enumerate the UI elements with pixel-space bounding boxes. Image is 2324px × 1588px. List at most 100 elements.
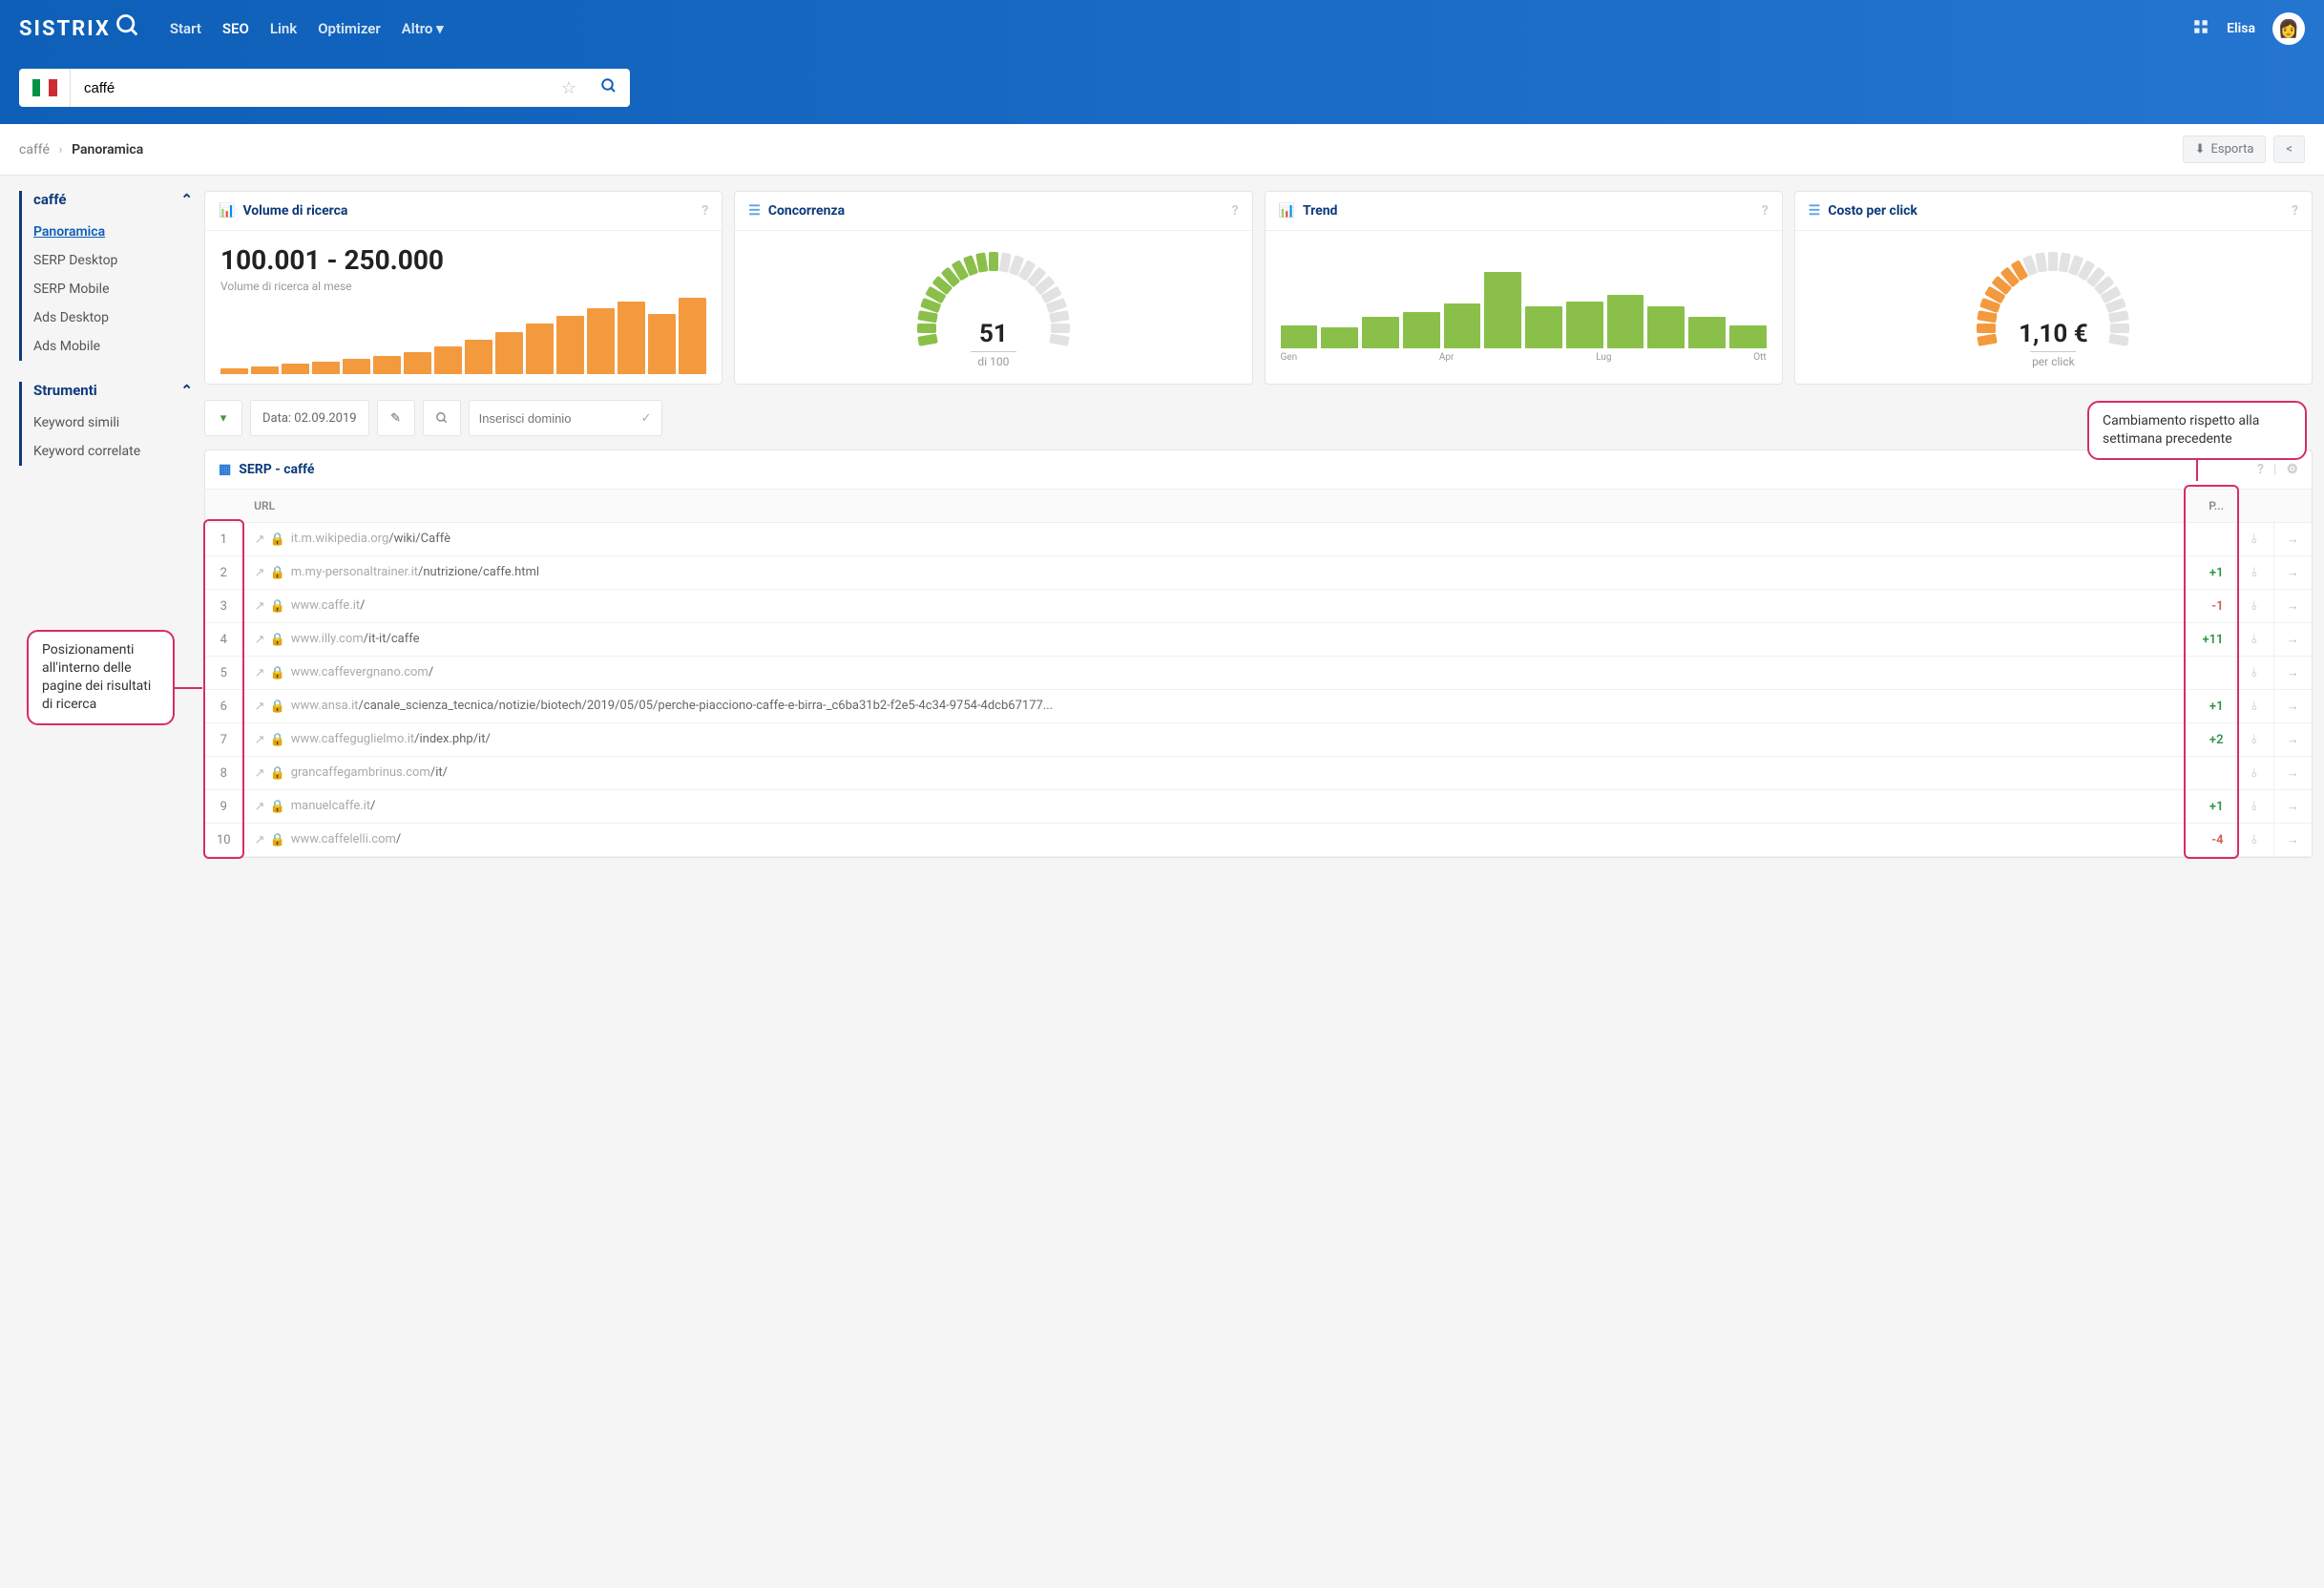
- export-button[interactable]: ⬇ Esporta: [2183, 136, 2267, 163]
- card-trend: 📊 Trend ? GenAprLugOtt: [1265, 191, 1783, 385]
- arrow-right-icon[interactable]: →: [2273, 723, 2312, 757]
- external-link-icon[interactable]: ↗: [255, 533, 265, 547]
- lock-icon: 🔒: [270, 700, 285, 714]
- chart-icon[interactable]: ⫰: [2235, 623, 2273, 657]
- row-url[interactable]: ↗🔒www.illy.com/it-it/caffe: [242, 623, 2188, 657]
- search-icon[interactable]: [423, 400, 461, 436]
- sidebar-item-serp-desktop[interactable]: SERP Desktop: [33, 246, 193, 275]
- arrow-right-icon[interactable]: →: [2273, 590, 2312, 623]
- arrow-right-icon[interactable]: →: [2273, 824, 2312, 857]
- help-icon[interactable]: ?: [1232, 203, 1239, 219]
- star-icon[interactable]: ☆: [550, 78, 588, 98]
- cpc-value: 1,10 €: [1795, 320, 2312, 348]
- breadcrumb-root[interactable]: caffé: [19, 142, 50, 157]
- logo[interactable]: SISTRIX: [19, 12, 141, 45]
- chart-icon[interactable]: ⫰: [2235, 590, 2273, 623]
- sidebar-item-ads-desktop[interactable]: Ads Desktop: [33, 303, 193, 332]
- table-row: 9↗🔒manuelcaffe.it/+1⫰→: [205, 790, 2312, 824]
- external-link-icon[interactable]: ↗: [255, 566, 265, 580]
- date-filter[interactable]: Data: 02.09.2019: [250, 400, 369, 436]
- external-link-icon[interactable]: ↗: [255, 800, 265, 814]
- help-icon[interactable]: ?: [701, 203, 708, 219]
- table-row: 8↗🔒grancaffegambrinus.com/it/⫰→: [205, 757, 2312, 790]
- trend-labels: GenAprLugOtt: [1281, 352, 1767, 363]
- row-change: +2: [2188, 723, 2235, 757]
- search-icon[interactable]: [588, 77, 630, 99]
- country-flag-it[interactable]: [19, 69, 71, 107]
- help-icon[interactable]: ?: [2257, 462, 2264, 477]
- external-link-icon[interactable]: ↗: [255, 833, 265, 847]
- arrow-right-icon[interactable]: →: [2273, 690, 2312, 723]
- list-icon: ☰: [748, 203, 761, 219]
- domain-input[interactable]: [470, 411, 632, 426]
- row-url[interactable]: ↗🔒it.m.wikipedia.org/wiki/Caffè: [242, 523, 2188, 556]
- nav-seo[interactable]: SEO: [222, 20, 249, 37]
- external-link-icon[interactable]: ↗: [255, 599, 265, 614]
- chart-icon[interactable]: ⫰: [2235, 523, 2273, 556]
- row-url[interactable]: ↗🔒m.my-personaltrainer.it/nutrizione/caf…: [242, 556, 2188, 590]
- help-icon[interactable]: ?: [1762, 203, 1769, 219]
- domain-filter: ✓: [469, 400, 662, 436]
- download-icon: ⬇: [2195, 142, 2206, 157]
- external-link-icon[interactable]: ↗: [255, 733, 265, 747]
- arrow-right-icon[interactable]: →: [2273, 556, 2312, 590]
- col-url: URL: [242, 490, 2188, 523]
- row-url[interactable]: ↗🔒manuelcaffe.it/: [242, 790, 2188, 824]
- nav-optimizer[interactable]: Optimizer: [318, 20, 381, 37]
- row-url[interactable]: ↗🔒www.caffe.it/: [242, 590, 2188, 623]
- chart-icon[interactable]: ⫰: [2235, 556, 2273, 590]
- share-button[interactable]: <: [2273, 136, 2305, 163]
- chart-icon[interactable]: ⫰: [2235, 690, 2273, 723]
- search-input[interactable]: [71, 69, 550, 107]
- edit-icon[interactable]: ✎: [377, 400, 415, 436]
- sidebar-group-keyword[interactable]: caffé ⌃: [33, 191, 193, 208]
- gear-icon[interactable]: ⚙: [2286, 462, 2298, 477]
- sidebar-item-serp-mobile[interactable]: SERP Mobile: [33, 275, 193, 303]
- card-volume-title: Volume di ricerca: [242, 203, 347, 219]
- row-url[interactable]: ↗🔒www.ansa.it/canale_scienza_tecnica/not…: [242, 690, 2188, 723]
- nav-link[interactable]: Link: [270, 20, 297, 37]
- bars-icon: 📊: [219, 203, 235, 219]
- row-url[interactable]: ↗🔒www.caffelelli.com/: [242, 824, 2188, 857]
- external-link-icon[interactable]: ↗: [255, 633, 265, 647]
- row-change: +11: [2188, 623, 2235, 657]
- nav-start[interactable]: Start: [170, 20, 201, 37]
- sidebar-item-ads-mobile[interactable]: Ads Mobile: [33, 332, 193, 361]
- external-link-icon[interactable]: ↗: [255, 666, 265, 680]
- arrow-right-icon[interactable]: →: [2273, 657, 2312, 690]
- arrow-right-icon[interactable]: →: [2273, 790, 2312, 824]
- arrow-right-icon[interactable]: →: [2273, 523, 2312, 556]
- external-link-icon[interactable]: ↗: [255, 766, 265, 781]
- competition-value: 51: [735, 320, 1251, 348]
- arrow-right-icon[interactable]: →: [2273, 757, 2312, 790]
- row-url[interactable]: ↗🔒www.caffevergnano.com/: [242, 657, 2188, 690]
- chart-icon[interactable]: ⫰: [2235, 657, 2273, 690]
- nav-altro[interactable]: Altro ▾: [402, 20, 444, 37]
- avatar[interactable]: 👩: [2272, 12, 2305, 45]
- sidebar-item-keyword-correlate[interactable]: Keyword correlate: [33, 437, 193, 466]
- row-change: [2188, 757, 2235, 790]
- lock-icon: 🔒: [270, 666, 285, 680]
- chart-icon[interactable]: ⫰: [2235, 723, 2273, 757]
- help-icon[interactable]: ?: [2292, 203, 2298, 219]
- apps-icon[interactable]: [2192, 18, 2209, 39]
- sidebar-item-keyword-simili[interactable]: Keyword simili: [33, 408, 193, 437]
- check-icon[interactable]: ✓: [632, 411, 661, 426]
- chart-icon[interactable]: ⫰: [2235, 757, 2273, 790]
- table-row: 4↗🔒www.illy.com/it-it/caffe+11⫰→: [205, 623, 2312, 657]
- user-name[interactable]: Elisa: [2227, 21, 2255, 36]
- table-row: 6↗🔒www.ansa.it/canale_scienza_tecnica/no…: [205, 690, 2312, 723]
- sidebar-item-panoramica[interactable]: Panoramica: [33, 218, 193, 246]
- external-link-icon[interactable]: ↗: [255, 700, 265, 714]
- row-url[interactable]: ↗🔒grancaffegambrinus.com/it/: [242, 757, 2188, 790]
- arrow-right-icon[interactable]: →: [2273, 623, 2312, 657]
- row-url[interactable]: ↗🔒www.caffeguglielmo.it/index.php/it/: [242, 723, 2188, 757]
- chart-icon[interactable]: ⫰: [2235, 790, 2273, 824]
- sidebar-group-tools[interactable]: Strumenti ⌃: [33, 382, 193, 399]
- chevron-up-icon: ⌃: [180, 191, 193, 208]
- lock-icon: 🔒: [270, 800, 285, 814]
- filter-icon[interactable]: ▾: [204, 400, 242, 436]
- chart-icon[interactable]: ⫰: [2235, 824, 2273, 857]
- chevron-up-icon: ⌃: [180, 382, 193, 399]
- volume-value: 100.001 - 250.000: [220, 244, 706, 276]
